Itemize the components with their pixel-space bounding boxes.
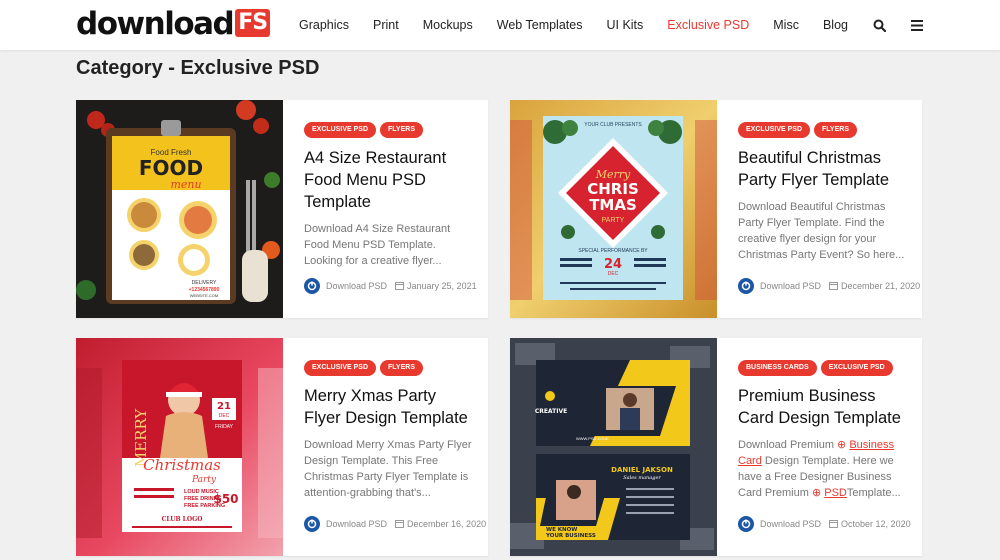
post-excerpt: Download Merry Xmas Party Flyer Design T… (304, 439, 472, 499)
thumb-text: SPECIAL PERFORMANCE BY (578, 248, 648, 254)
nav-item-graphics[interactable]: Graphics (299, 18, 349, 32)
post-thumbnail[interactable]: CREATIVE WWW.PSD.ZONE DANIEL JAKSON Sale… (510, 338, 717, 556)
post-title[interactable]: Merry Xmas Party Flyer Design Template (304, 385, 474, 429)
nav-item-web-templates[interactable]: Web Templates (497, 18, 583, 32)
search-icon[interactable] (872, 18, 886, 32)
post-date: December 21, 2020 (841, 281, 921, 291)
keyword-link-psd[interactable]: PSD (824, 487, 847, 499)
post-meta: Download PSD December 16, 2020 (304, 516, 486, 532)
calendar-icon (395, 519, 405, 530)
plus-icon: ⊕ (837, 439, 850, 451)
thumb-text: PARTY (602, 217, 625, 224)
nav-item-ui-kits[interactable]: UI Kits (606, 18, 643, 32)
post-tags: EXCLUSIVE PSD FLYERS (304, 360, 474, 376)
post-body: EXCLUSIVE PSD FLYERS Merry Xmas Party Fl… (304, 360, 474, 501)
excerpt-text: Template... (846, 487, 901, 499)
thumb-text: YOUR BUSINESS (545, 533, 596, 539)
xmas-party-thumbnail-art: MERRY 21 DEC FRIDAY Christmas Party LOUD… (76, 360, 283, 538)
calendar-icon (829, 519, 839, 530)
post-excerpt: Download A4 Size Restaurant Food Menu PS… (304, 223, 451, 267)
author-name[interactable]: Download PSD (326, 281, 387, 291)
author-avatar-icon[interactable] (304, 278, 320, 294)
tag-badge[interactable]: FLYERS (380, 122, 423, 138)
nav-item-print[interactable]: Print (373, 18, 399, 32)
calendar-icon (829, 281, 839, 292)
author-name[interactable]: Download PSD (760, 281, 821, 291)
thumb-text: DELIVERY (192, 280, 217, 286)
thumb-text: TMAS (589, 196, 637, 214)
post-card: Food Fresh FOOD menu DELIVERY +123456789… (76, 100, 488, 318)
tag-badge[interactable]: FLYERS (380, 360, 423, 376)
thumb-text: Christmas (143, 456, 221, 474)
post-card: CREATIVE WWW.PSD.ZONE DANIEL JAKSON Sale… (510, 338, 922, 556)
thumb-text: FOOD (139, 156, 203, 180)
thumb-text: $50 (213, 492, 238, 506)
post-excerpt: Download Beautiful Christmas Party Flyer… (738, 201, 905, 261)
business-card-thumbnail-art: CREATIVE WWW.PSD.ZONE DANIEL JAKSON Sale… (510, 338, 717, 556)
thumb-text: Party (191, 475, 217, 485)
post-thumbnail[interactable]: Food Fresh FOOD menu DELIVERY +123456789… (76, 100, 283, 318)
post-meta: Download PSD December 21, 2020 (738, 278, 920, 294)
post-date: January 25, 2021 (407, 281, 477, 291)
author-name[interactable]: Download PSD (760, 519, 821, 529)
site-logo[interactable]: download FS (76, 6, 271, 42)
post-excerpt: Download Premium ⊕ Business Card Design … (738, 437, 908, 501)
main-nav: Graphics Print Mockups Web Templates UI … (275, 0, 924, 50)
thumb-text: DEC (608, 271, 619, 277)
author-avatar-icon[interactable] (738, 516, 754, 532)
author-avatar-icon[interactable] (304, 516, 320, 532)
menu-icon[interactable] (910, 18, 924, 32)
post-tags: EXCLUSIVE PSD FLYERS (304, 122, 474, 138)
nav-item-misc[interactable]: Misc (773, 18, 799, 32)
thumb-text: FRIDAY (215, 424, 234, 430)
post-card: MERRY 21 DEC FRIDAY Christmas Party LOUD… (76, 338, 488, 556)
post-body: BUSINESS CARDS EXCLUSIVE PSD Premium Bus… (738, 360, 908, 501)
post-body: EXCLUSIVE PSD FLYERS A4 Size Restaurant … (304, 122, 474, 269)
post-meta: Download PSD January 25, 2021 (304, 278, 477, 294)
plus-icon: ⊕ (811, 487, 825, 499)
site-header: download FS Graphics Print Mockups Web T… (0, 0, 1000, 50)
post-date: December 16, 2020 (407, 519, 487, 529)
post-meta: Download PSD October 12, 2020 (738, 516, 911, 532)
tag-badge[interactable]: EXCLUSIVE PSD (820, 360, 893, 376)
tag-badge[interactable]: FLYERS (814, 122, 857, 138)
post-title[interactable]: Premium Business Card Design Template (738, 385, 908, 429)
logo-text: download (76, 6, 235, 42)
excerpt-text: Download Premium (738, 439, 838, 451)
author-avatar-icon[interactable] (738, 278, 754, 294)
thumb-text: CLUB LOGO (162, 516, 203, 523)
thumb-text: 21 (217, 401, 231, 412)
post-date: October 12, 2020 (841, 519, 911, 529)
thumb-text: WEBSITE.COM (190, 293, 218, 298)
thumb-text: DEC (219, 413, 230, 419)
post-card: YOUR CLUB PRESENTS Merry CHRIS TMAS PART… (510, 100, 922, 318)
post-thumbnail[interactable]: MERRY 21 DEC FRIDAY Christmas Party LOUD… (76, 338, 283, 556)
post-title[interactable]: A4 Size Restaurant Food Menu PSD Templat… (304, 147, 474, 213)
tag-badge[interactable]: EXCLUSIVE PSD (738, 122, 811, 138)
tag-badge[interactable]: EXCLUSIVE PSD (304, 360, 377, 376)
author-name[interactable]: Download PSD (326, 519, 387, 529)
tag-badge[interactable]: BUSINESS CARDS (738, 360, 817, 376)
thumb-text: DANIEL JAKSON (611, 466, 673, 474)
nav-item-blog[interactable]: Blog (823, 18, 848, 32)
thumb-text: 24 (604, 257, 622, 272)
thumb-text: WWW.PSD.ZONE (576, 436, 609, 441)
christmas-flyer-thumbnail-art: YOUR CLUB PRESENTS Merry CHRIS TMAS PART… (510, 116, 717, 300)
tag-badge[interactable]: EXCLUSIVE PSD (304, 122, 377, 138)
post-tags: BUSINESS CARDS EXCLUSIVE PSD (738, 360, 908, 376)
nav-item-mockups[interactable]: Mockups (423, 18, 473, 32)
post-body: EXCLUSIVE PSD FLYERS Beautiful Christmas… (738, 122, 908, 263)
thumb-text: CREATIVE (535, 408, 567, 415)
thumb-text: Sales manager (623, 475, 661, 481)
post-title[interactable]: Beautiful Christmas Party Flyer Template (738, 147, 908, 191)
calendar-icon (395, 281, 405, 292)
logo-badge: FS (235, 9, 271, 37)
page-title: Category - Exclusive PSD (76, 57, 320, 79)
thumb-text: YOUR CLUB PRESENTS (584, 122, 642, 128)
thumb-text: menu (170, 178, 201, 191)
post-tags: EXCLUSIVE PSD FLYERS (738, 122, 908, 138)
post-thumbnail[interactable]: YOUR CLUB PRESENTS Merry CHRIS TMAS PART… (510, 100, 717, 318)
nav-item-exclusive-psd[interactable]: Exclusive PSD (667, 18, 749, 32)
food-menu-thumbnail-art: Food Fresh FOOD menu DELIVERY +123456789… (76, 100, 283, 318)
